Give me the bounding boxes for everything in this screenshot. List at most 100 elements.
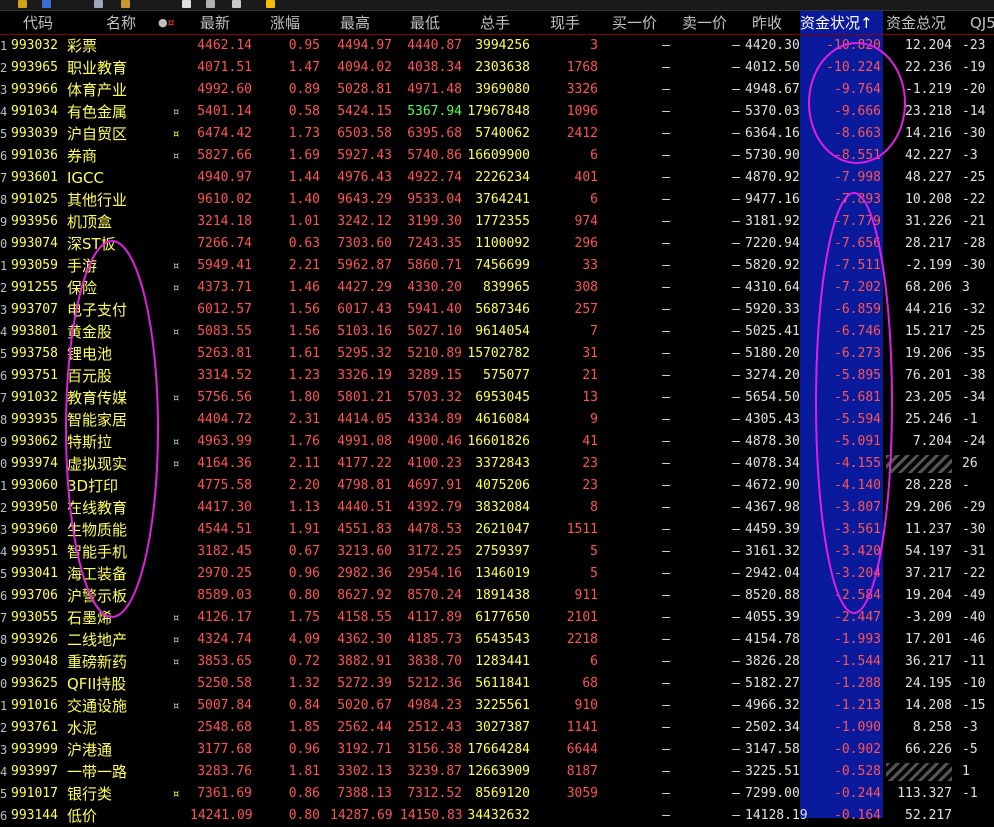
table-row[interactable]: 6 993751 百元股 3314.52 1.23 3326.19 3289.15 57507… — [0, 365, 994, 387]
stock-name: 海工装备 — [67, 565, 128, 583]
current-volume: 41 — [582, 434, 598, 449]
latest-price: 4544.51 — [197, 522, 252, 537]
prev-close: 3161.32 — [745, 544, 800, 559]
high-price: 4494.97 — [337, 38, 392, 53]
prev-close: 2942.04 — [745, 566, 800, 581]
favorite-mark: ¤ — [172, 325, 180, 339]
table-row[interactable]: 2 993950 在线教育 4417.30 1.13 4440.51 4392.79 3832… — [0, 497, 994, 519]
table-row[interactable]: 0 993074 深ST板 7266.74 0.63 7303.60 7243.35 1100… — [0, 233, 994, 255]
low-price: 4185.73 — [407, 632, 462, 647]
bid-price: – — [662, 412, 670, 427]
table-row[interactable]: 9 993956 机顶盒 3214.18 1.01 3242.12 3199.30 17723… — [0, 211, 994, 233]
table-row[interactable]: 3 993707 电子支付 6012.57 1.56 6017.43 5941.40 5687… — [0, 299, 994, 321]
fund-total-value: 66.226 — [905, 742, 952, 757]
change-percent: 1.91 — [288, 522, 320, 537]
table-row[interactable]: 3 993966 体育产业 4992.60 0.89 5028.81 4971.48 3969… — [0, 79, 994, 101]
qj-value: 3 — [962, 280, 970, 295]
table-row[interactable]: 7 991032 教育传媒 ¤ 5756.56 1.80 5801.21 5703.32 695… — [0, 387, 994, 409]
table-row[interactable]: 7 993055 石墨烯 ¤ 4126.17 1.75 4158.55 4117.89 6177… — [0, 607, 994, 629]
col-header-name[interactable]: 名称 — [106, 13, 136, 33]
latest-price: 4940.97 — [197, 170, 252, 185]
table-row[interactable]: 8 991025 其他行业 9610.02 1.40 9643.29 9533.04 3764… — [0, 189, 994, 211]
col-header-change[interactable]: 涨幅 — [270, 13, 300, 33]
table-row[interactable]: 5 991017 银行类 ¤ 7361.69 0.86 7388.13 7312.52 8569… — [0, 783, 994, 805]
table-row[interactable]: 1 993059 手游 ¤ 5949.41 2.21 5962.87 5860.71 74566… — [0, 255, 994, 277]
current-volume: 910 — [574, 698, 598, 713]
col-header-latest[interactable]: 最新 — [200, 13, 230, 33]
col-header-high[interactable]: 最高 — [340, 13, 370, 33]
table-row[interactable]: 9 993048 重磅新药 ¤ 3853.65 0.72 3882.91 3838.70 128… — [0, 651, 994, 673]
prev-close: 3826.28 — [745, 654, 800, 669]
prev-close: 4420.30 — [745, 38, 800, 53]
export-icon[interactable] — [121, 0, 130, 8]
fund-total-value: 48.227 — [905, 170, 952, 185]
stock-name: 虚拟现实 — [67, 455, 128, 473]
change-percent: 1.46 — [288, 280, 320, 295]
table-row[interactable]: 4 991034 有色金属 ¤ 5401.14 0.58 5424.15 5367.94 179… — [0, 101, 994, 123]
table-row[interactable]: 5 993758 锂电池 5263.81 1.61 5295.32 5210.89 15702… — [0, 343, 994, 365]
table-row[interactable]: 0 993625 QFII持股 5250.58 1.32 5272.39 5212.36 56… — [0, 673, 994, 695]
stock-code: 991025 — [11, 192, 58, 207]
table-row[interactable]: 2 993761 水泥 2548.68 1.85 2562.44 2512.43 302738… — [0, 717, 994, 739]
table-row[interactable]: 4 993951 智能手机 3182.45 0.67 3213.60 3172.25 2759… — [0, 541, 994, 563]
col-header-prev-close[interactable]: 昨收 — [752, 13, 782, 33]
bid-price: – — [662, 390, 670, 405]
qj-value: -15 — [962, 698, 986, 713]
ask-price: – — [732, 192, 740, 207]
total-volume: 3832084 — [475, 500, 530, 515]
document-icon[interactable] — [182, 0, 191, 8]
table-row[interactable]: 5 993041 海工装备 2970.25 0.96 2982.36 2954.16 1346… — [0, 563, 994, 585]
stock-name: 水泥 — [67, 719, 98, 737]
table-row[interactable]: 3 993960 生物质能 4544.51 1.91 4551.83 4478.53 2621… — [0, 519, 994, 541]
col-header-qj[interactable]: QJ5 — [970, 13, 994, 33]
table-row[interactable]: 3 993999 沪港通 3177.68 0.96 3192.71 3156.38 17664… — [0, 739, 994, 761]
table-row[interactable]: 8 993926 二线地产 ¤ 4324.74 4.09 4362.30 4185.73 654… — [0, 629, 994, 651]
table-row[interactable]: 8 993935 智能家居 4404.72 2.31 4414.05 4334.89 4616… — [0, 409, 994, 431]
stock-code: 993039 — [11, 126, 58, 141]
table-row[interactable]: 0 993974 虚拟现实 ¤ 4164.36 2.11 4177.22 4100.23 337… — [0, 453, 994, 475]
bell-icon[interactable] — [18, 0, 27, 8]
high-price: 5801.21 — [337, 390, 392, 405]
favorite-mark — [170, 761, 182, 783]
total-volume: 17664284 — [467, 742, 530, 757]
table-row[interactable]: 1 993060 3D打印 4775.58 2.20 4798.81 4697.91 4075… — [0, 475, 994, 497]
current-volume: 6 — [590, 654, 598, 669]
low-price: 6395.68 — [407, 126, 462, 141]
table-row[interactable]: 2 991255 保险 ¤ 4373.71 1.46 4427.29 4330.20 83996… — [0, 277, 994, 299]
table-row[interactable]: 9 993062 特斯拉 ¤ 4963.99 1.76 4991.08 4900.46 1660… — [0, 431, 994, 453]
fund-status-value: -3.561 — [834, 522, 881, 537]
table-row[interactable]: 4 993997 一带一路 3283.76 1.81 3302.13 3239.87 1266… — [0, 761, 994, 783]
bookmark-icon[interactable] — [42, 0, 51, 8]
col-header-bid[interactable]: 买一价 — [612, 13, 657, 33]
fund-status-value: -1.544 — [834, 654, 881, 669]
table-row[interactable]: 6 993144 低价 14241.09 0.80 14287.69 14150.83 344… — [0, 805, 994, 827]
col-header-fund-total[interactable]: 资金总况 — [886, 13, 946, 33]
col-header-volume[interactable]: 总手 — [480, 13, 510, 33]
fund-total-value: 54.197 — [905, 544, 952, 559]
col-header-code[interactable]: 代码 — [23, 13, 53, 33]
col-header-mark[interactable]: ●¤ — [158, 13, 175, 33]
document-icon[interactable] — [94, 0, 103, 8]
high-price: 6503.58 — [337, 126, 392, 141]
settings-icon[interactable] — [206, 0, 215, 8]
stock-name: 特斯拉 — [67, 433, 113, 451]
table-row[interactable]: 5 993039 沪自贸区 ¤ 6474.42 1.73 6503.58 6395.68 574… — [0, 123, 994, 145]
table-row[interactable]: 6 991036 券商 ¤ 5827.66 1.69 5927.43 5740.86 16609… — [0, 145, 994, 167]
total-volume: 5611841 — [475, 676, 530, 691]
grid-icon[interactable] — [232, 0, 241, 8]
table-row[interactable]: 1 991016 交通设施 ¤ 5007.84 0.84 5020.67 4984.23 322… — [0, 695, 994, 717]
table-row[interactable]: 1 993032 彩票 4462.14 0.95 4494.97 4440.87 399425… — [0, 35, 994, 57]
warning-icon[interactable] — [266, 0, 275, 8]
table-row[interactable]: 7 993601 IGCC 4940.97 1.44 4976.43 4922.74 2226… — [0, 167, 994, 189]
table-row[interactable]: 2 993965 职业教育 4071.51 1.47 4094.02 4038.34 2303… — [0, 57, 994, 79]
col-header-fund-status[interactable]: 资金状况↑ — [800, 13, 883, 33]
table-row[interactable]: 6 993706 沪警示板 8589.03 0.80 8627.92 8570.24 1891… — [0, 585, 994, 607]
col-header-current[interactable]: 现手 — [550, 13, 580, 33]
stock-name: 一带一路 — [67, 763, 128, 781]
fund-status-value: -0.244 — [834, 786, 881, 801]
col-header-ask[interactable]: 卖一价 — [682, 13, 727, 33]
current-volume: 13 — [582, 390, 598, 405]
total-volume: 4616084 — [475, 412, 530, 427]
table-row[interactable]: 4 993801 黄金股 ¤ 5083.55 1.56 5103.16 5027.10 9614… — [0, 321, 994, 343]
col-header-low[interactable]: 最低 — [410, 13, 440, 33]
